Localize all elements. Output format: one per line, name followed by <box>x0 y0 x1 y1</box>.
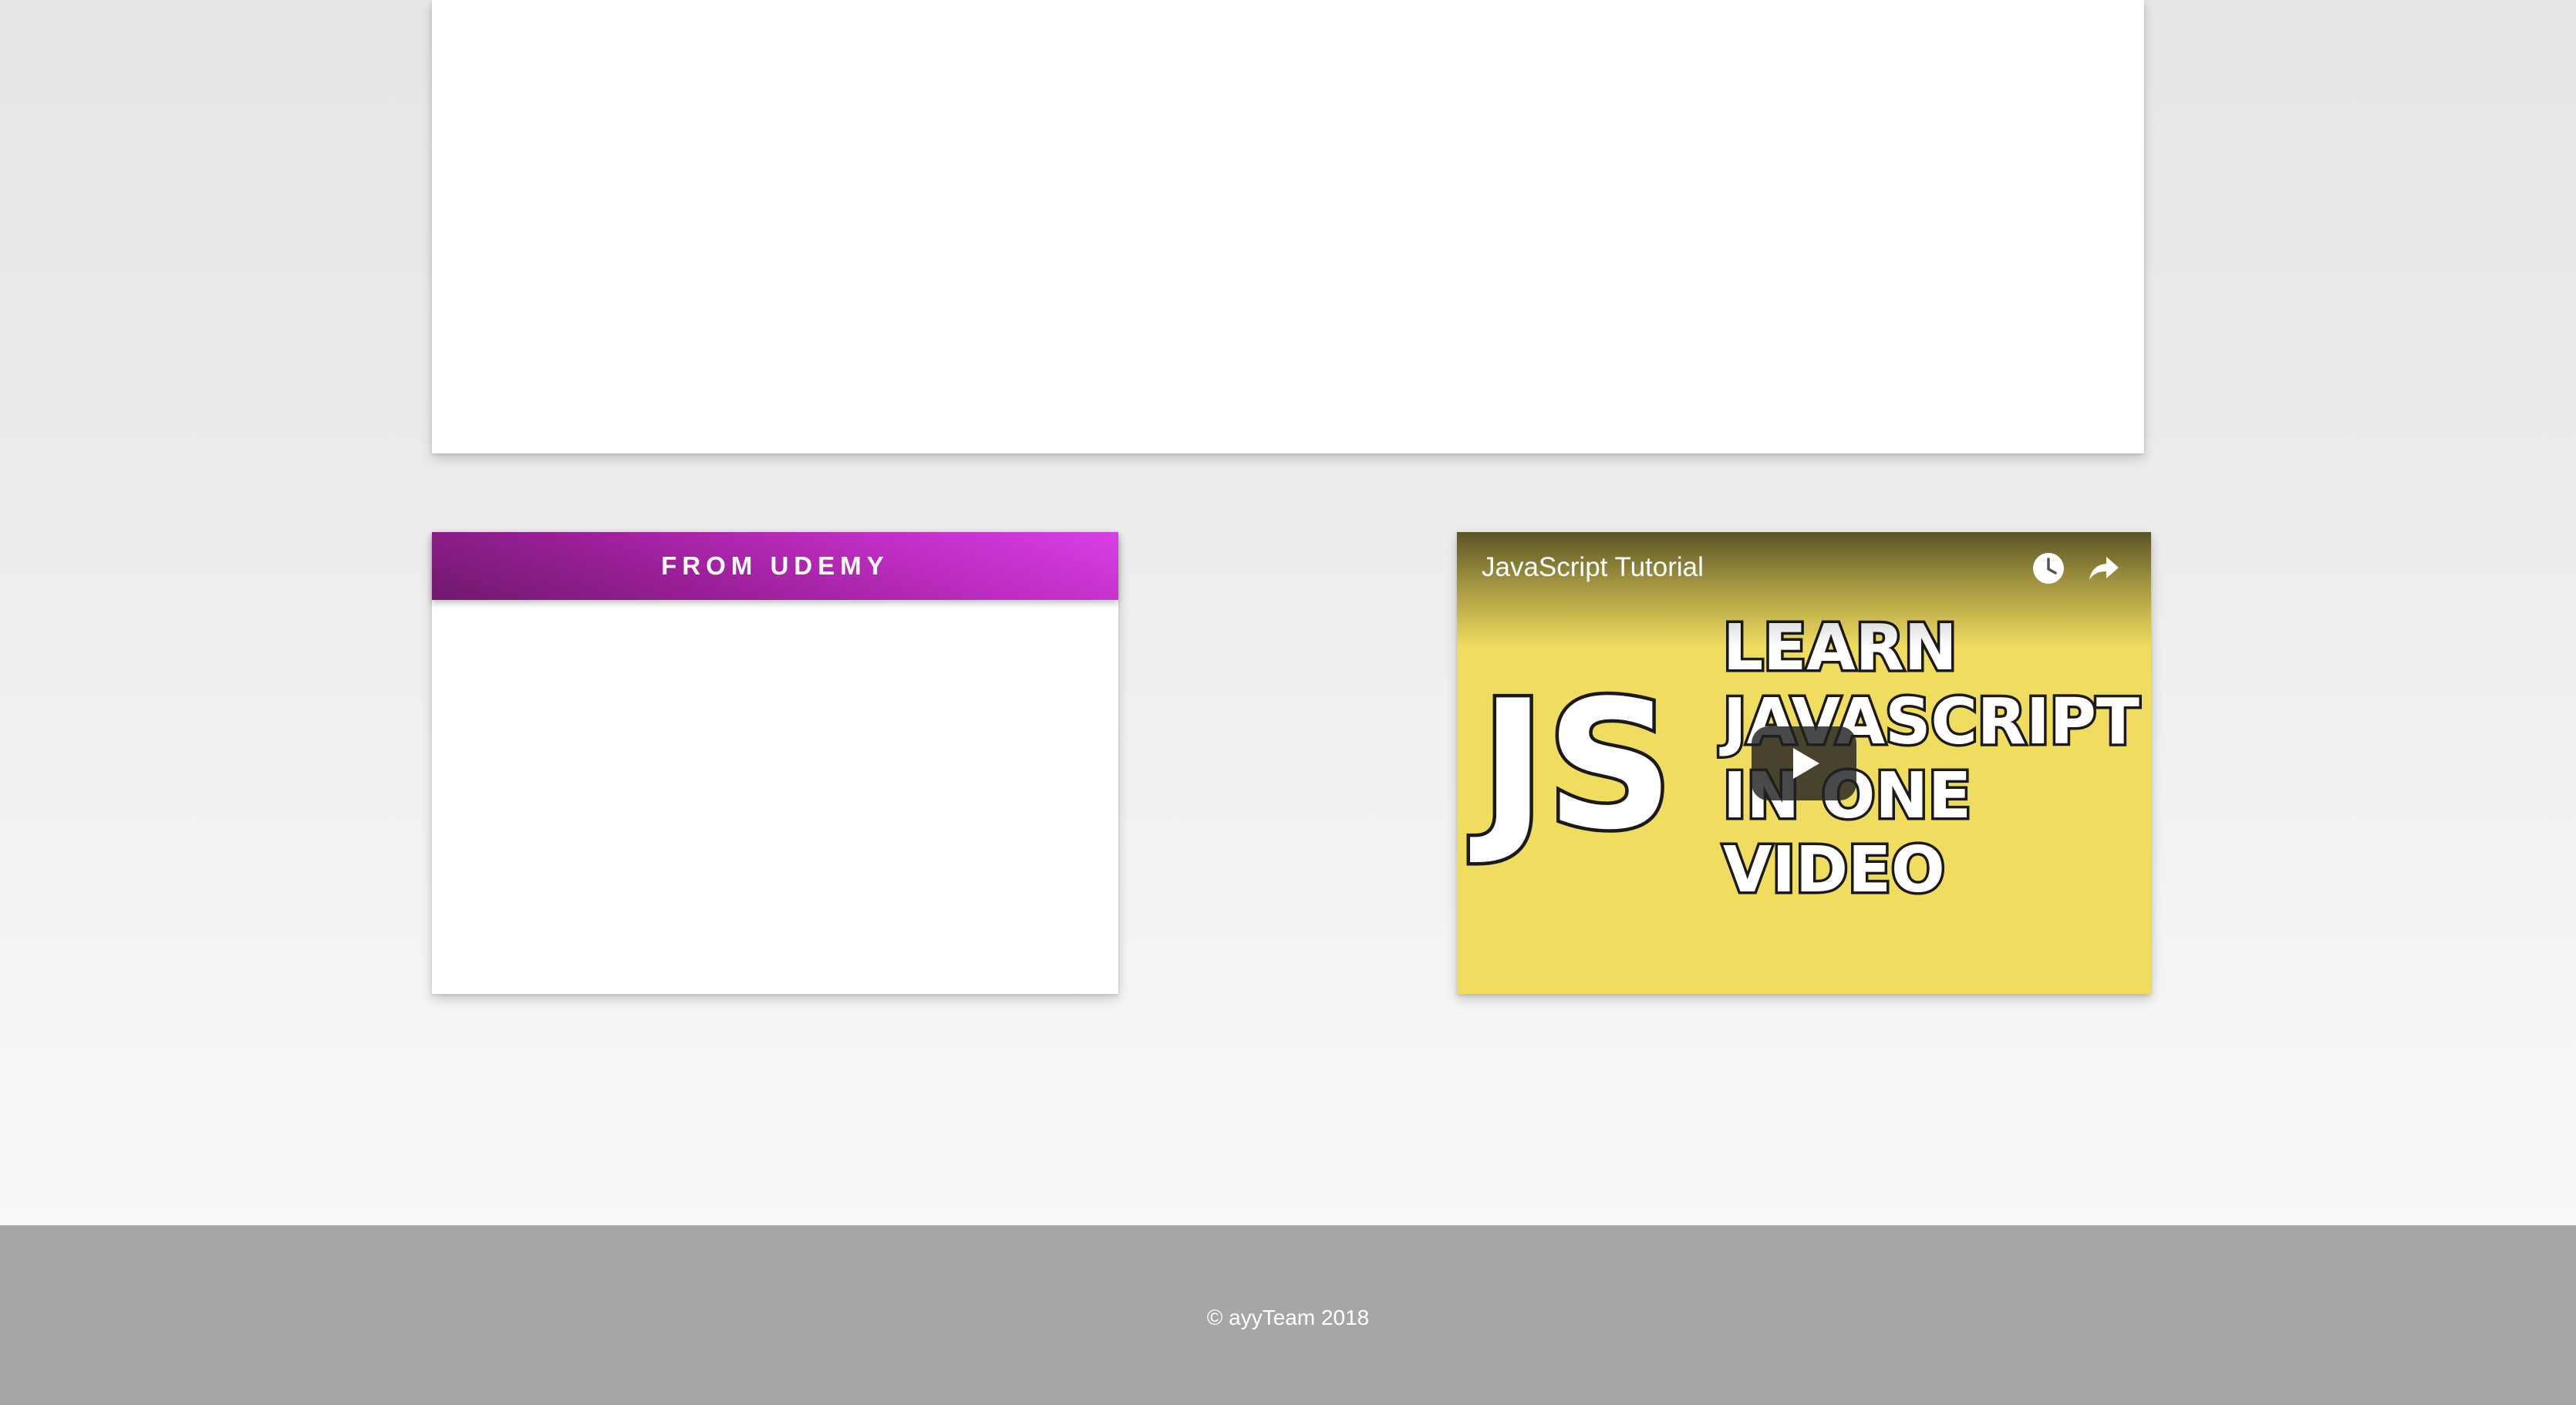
thumbnail-js-logo: JS <box>1470 663 1674 869</box>
footer-copyright: © ayyTeam 2018 <box>1206 1306 1370 1329</box>
udemy-card: FROM UDEMY <box>432 532 1118 994</box>
clock-icon[interactable] <box>2031 551 2066 586</box>
thumbnail-line-video: VIDEO <box>1723 834 1945 907</box>
page-footer: © ayyTeam 2018 <box>0 1225 2576 1405</box>
play-triangle <box>1793 748 1819 779</box>
youtube-video-embed[interactable]: JS LEARN JAVASCRIPT IN ONE VIDEO JavaScr… <box>1457 532 2151 994</box>
share-icon[interactable] <box>2086 551 2122 586</box>
video-top-overlay: JavaScript Tutorial <box>1457 532 2151 648</box>
video-title[interactable]: JavaScript Tutorial <box>1482 552 1704 583</box>
udemy-card-header: FROM UDEMY <box>432 532 1118 600</box>
udemy-card-title: FROM UDEMY <box>661 551 889 580</box>
top-content-card <box>432 0 2144 453</box>
play-icon[interactable] <box>1752 726 1856 800</box>
